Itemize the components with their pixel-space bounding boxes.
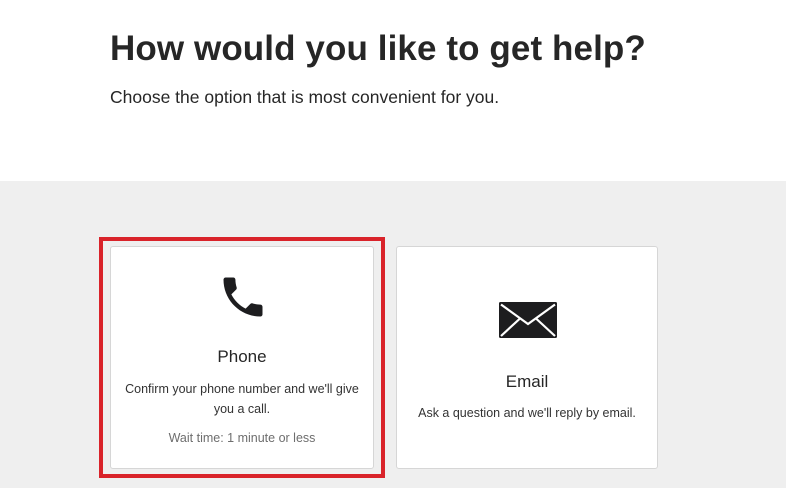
phone-option-description: Confirm your phone number and we'll give… xyxy=(125,382,359,416)
phone-icon xyxy=(223,277,263,317)
email-option-title: Email xyxy=(505,372,549,391)
email-option-description: Ask a question and we'll reply by email. xyxy=(418,406,636,420)
phone-option-title: Phone xyxy=(217,347,267,366)
page-header: How would you like to get help? Choose t… xyxy=(0,0,786,181)
page-title: How would you like to get help? xyxy=(110,29,646,68)
phone-option-card[interactable]: Phone Confirm your phone number and we'l… xyxy=(110,246,374,469)
email-option-card[interactable]: Email Ask a question and we'll reply by … xyxy=(396,246,658,469)
phone-wait-time: Wait time: 1 minute or less xyxy=(168,431,316,445)
envelope-icon xyxy=(499,302,557,338)
page-subtitle: Choose the option that is most convenien… xyxy=(110,87,500,107)
